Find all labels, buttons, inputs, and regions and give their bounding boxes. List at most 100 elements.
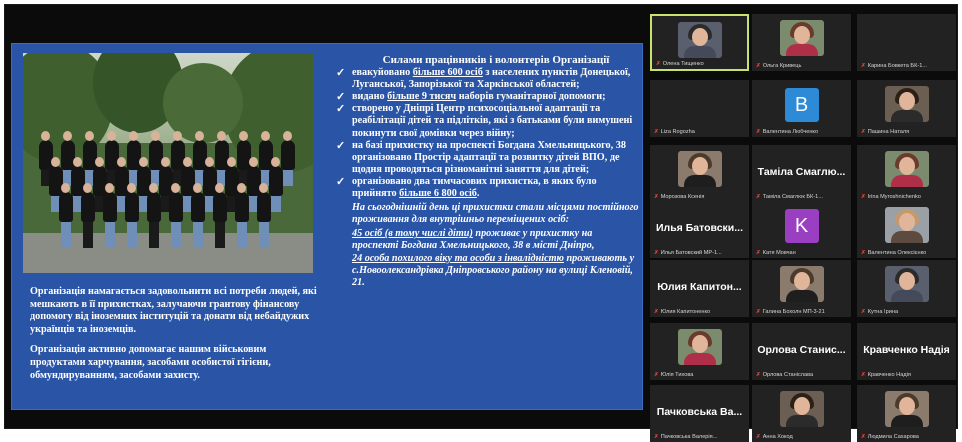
participant-name-label: ✗ Анна Хокод: [756, 434, 793, 440]
left-paragraph-1: Організація намагається задовольнити всі…: [30, 286, 317, 335]
participant-tile[interactable]: ✗ Анна Хокод: [752, 385, 851, 442]
mic-muted-icon: ✗: [654, 194, 659, 200]
mic-muted-icon: ✗: [654, 129, 659, 135]
participant-name-label: ✗ Пачковська Валерія...: [654, 434, 718, 440]
participant-video: [884, 207, 929, 243]
mic-muted-icon: ✗: [861, 250, 866, 256]
participant-tile[interactable]: ✗ Irina Myroshnichenko: [857, 145, 956, 202]
left-paragraph-2: Організація активно допомагає нашим війс…: [30, 344, 271, 381]
participant-display-name: Орлова Станис...: [757, 344, 846, 356]
zoom-window: Організація намагається задовольнити всі…: [4, 4, 958, 442]
participant-name-label: ✗ Людмила Сахарова: [861, 434, 919, 440]
participant-name-label: ✗ Орлова Станіслава: [756, 372, 814, 378]
participant-video: [779, 20, 824, 56]
participant-tile[interactable]: Орлова Станис... ✗ Орлова Станіслава: [752, 323, 851, 380]
participant-display-name: Кравченко Надія: [863, 344, 950, 356]
shared-screen: Організація намагається задовольнити всі…: [11, 43, 643, 410]
participant-tile[interactable]: ✗ Ольга Кривець: [752, 14, 851, 71]
participant-video: [884, 391, 929, 427]
participant-name-label: ✗ Олена Тищенко: [656, 61, 704, 67]
participant-tile[interactable]: ✗ Морозова Ксенія: [650, 145, 749, 202]
participant-tile[interactable]: Илья Батовски... ✗ Илья Батовский МР-1...: [650, 201, 749, 258]
achievement-item: ✓ створено у Дніпрі Центр психосоціальної…: [336, 103, 633, 139]
mic-muted-icon: ✗: [756, 372, 761, 378]
participant-name-label: ✗ Таміла Смаглюк БК-1...: [756, 194, 823, 200]
participant-tile[interactable]: Пачковська Ва... ✗ Пачковська Валерія...: [650, 385, 749, 442]
participant-tile[interactable]: ✗ Кутна Ірина: [857, 260, 956, 317]
participant-name-label: ✗ Катя Мовчан: [756, 250, 796, 256]
checkmark-icon: ✓: [336, 91, 346, 104]
participant-tile[interactable]: ✗ Карина Бовкета БК-1...: [857, 14, 956, 71]
participant-video: [884, 86, 929, 122]
participant-name-label: ✗ Валентина Олексієнко: [861, 250, 927, 256]
participant-tile[interactable]: ✗ Юлія Тихова: [650, 323, 749, 380]
participant-tile[interactable]: ✗ Людмила Сахарова: [857, 385, 956, 442]
participant-avatar: K: [784, 209, 819, 243]
participant-name-label: ✗ Кравченко Надія: [861, 372, 911, 378]
participant-display-name: Таміла Смаглю...: [757, 166, 846, 178]
checkmark-icon: ✓: [336, 103, 346, 116]
participant-tile[interactable]: ✗ Валентина Олексієнко: [857, 201, 956, 258]
participant-display-name: Илья Батовски...: [655, 222, 743, 234]
mic-muted-icon: ✗: [861, 129, 866, 135]
participant-name-label: ✗ Валентина Любченко: [756, 129, 819, 135]
achievement-item: ✓ видано більше 9 тисяч наборів гуманітар…: [336, 91, 606, 104]
participant-name-label: ✗ Liza Rogozha: [654, 129, 695, 135]
note-details: 45 осіб (в тому числі діти) проживає у п…: [352, 228, 635, 288]
mic-muted-icon: ✗: [861, 63, 866, 69]
participant-name-label: ✗ Юлия Капитоненко: [654, 309, 711, 315]
mic-muted-icon: ✗: [656, 61, 661, 67]
participant-tile[interactable]: K ✗ Катя Мовчан: [752, 201, 851, 258]
achievement-item: ✓ на базі прихистку на проспекті Богдана …: [336, 139, 626, 175]
participant-video: [779, 391, 824, 427]
participant-name-label: ✗ Irina Myroshnichenko: [861, 194, 921, 200]
participant-avatar: B: [784, 88, 819, 122]
participant-tile[interactable]: Кравченко Надія ✗ Кравченко Надія: [857, 323, 956, 380]
participant-name-label: ✗ Илья Батовский МР-1...: [654, 250, 722, 256]
checkmark-icon: ✓: [336, 139, 346, 152]
mic-muted-icon: ✗: [654, 309, 659, 315]
participant-tile[interactable]: ✗ Олена Тищенко: [650, 14, 749, 71]
mic-muted-icon: ✗: [654, 250, 659, 256]
note-intro: На сьогоднішній день ці прихистки стали …: [352, 202, 639, 226]
mic-muted-icon: ✗: [654, 434, 659, 440]
achievements-list: Силами працівників і волонтерів Організа…: [334, 54, 640, 289]
participant-name-label: ✗ Карина Бовкета БК-1...: [861, 63, 927, 69]
participant-name-label: ✗ Галина Бохолн МП-3-21: [756, 309, 825, 315]
mic-muted-icon: ✗: [756, 129, 761, 135]
checkmark-icon: ✓: [336, 175, 346, 188]
participant-tile[interactable]: ✗ Пашина Наталя: [857, 80, 956, 137]
participant-name-label: ✗ Морозова Ксенія: [654, 194, 705, 200]
participant-tile[interactable]: Юлия Капитон... ✗ Юлия Капитоненко: [650, 260, 749, 317]
mic-muted-icon: ✗: [861, 194, 866, 200]
participant-video: [779, 266, 824, 302]
mic-muted-icon: ✗: [756, 434, 761, 440]
checkmark-icon: ✓: [336, 67, 346, 80]
participant-name-label: ✗ Ольга Кривець: [756, 63, 802, 69]
participant-name-label: ✗ Юлія Тихова: [654, 372, 694, 378]
participant-tile[interactable]: ✗ Liza Rogozha: [650, 80, 749, 137]
left-description: Організація намагається задовольнити всі…: [30, 286, 322, 390]
mic-muted-icon: ✗: [756, 250, 761, 256]
participant-tile[interactable]: B ✗ Валентина Любченко: [752, 80, 851, 137]
mic-muted-icon: ✗: [861, 434, 866, 440]
mic-muted-icon: ✗: [756, 63, 761, 69]
participant-name-label: ✗ Кутна Ірина: [861, 309, 899, 315]
mic-muted-icon: ✗: [756, 309, 761, 315]
team-photo: [23, 53, 313, 273]
mic-muted-icon: ✗: [861, 372, 866, 378]
participant-video: [884, 151, 929, 187]
participant-video: [677, 151, 722, 187]
participant-video: [884, 266, 929, 302]
slide-heading: Силами працівників і волонтерів Організа…: [382, 54, 610, 66]
participant-name-label: ✗ Пашина Наталя: [861, 129, 910, 135]
participant-tile[interactable]: ✗ Галина Бохолн МП-3-21: [752, 260, 851, 317]
mic-muted-icon: ✗: [756, 194, 761, 200]
achievement-item: ✓ організовано два тимчасових прихистка, …: [336, 175, 597, 200]
achievement-item: ✓ евакуйовано більше 600 осіб з населених…: [336, 67, 631, 91]
mic-muted-icon: ✗: [654, 372, 659, 378]
participant-tile[interactable]: Таміла Смаглю... ✗ Таміла Смаглюк БК-1...: [752, 145, 851, 202]
participant-video: [677, 329, 722, 365]
participant-display-name: Пачковська Ва...: [656, 406, 743, 418]
participant-video: [677, 22, 722, 58]
